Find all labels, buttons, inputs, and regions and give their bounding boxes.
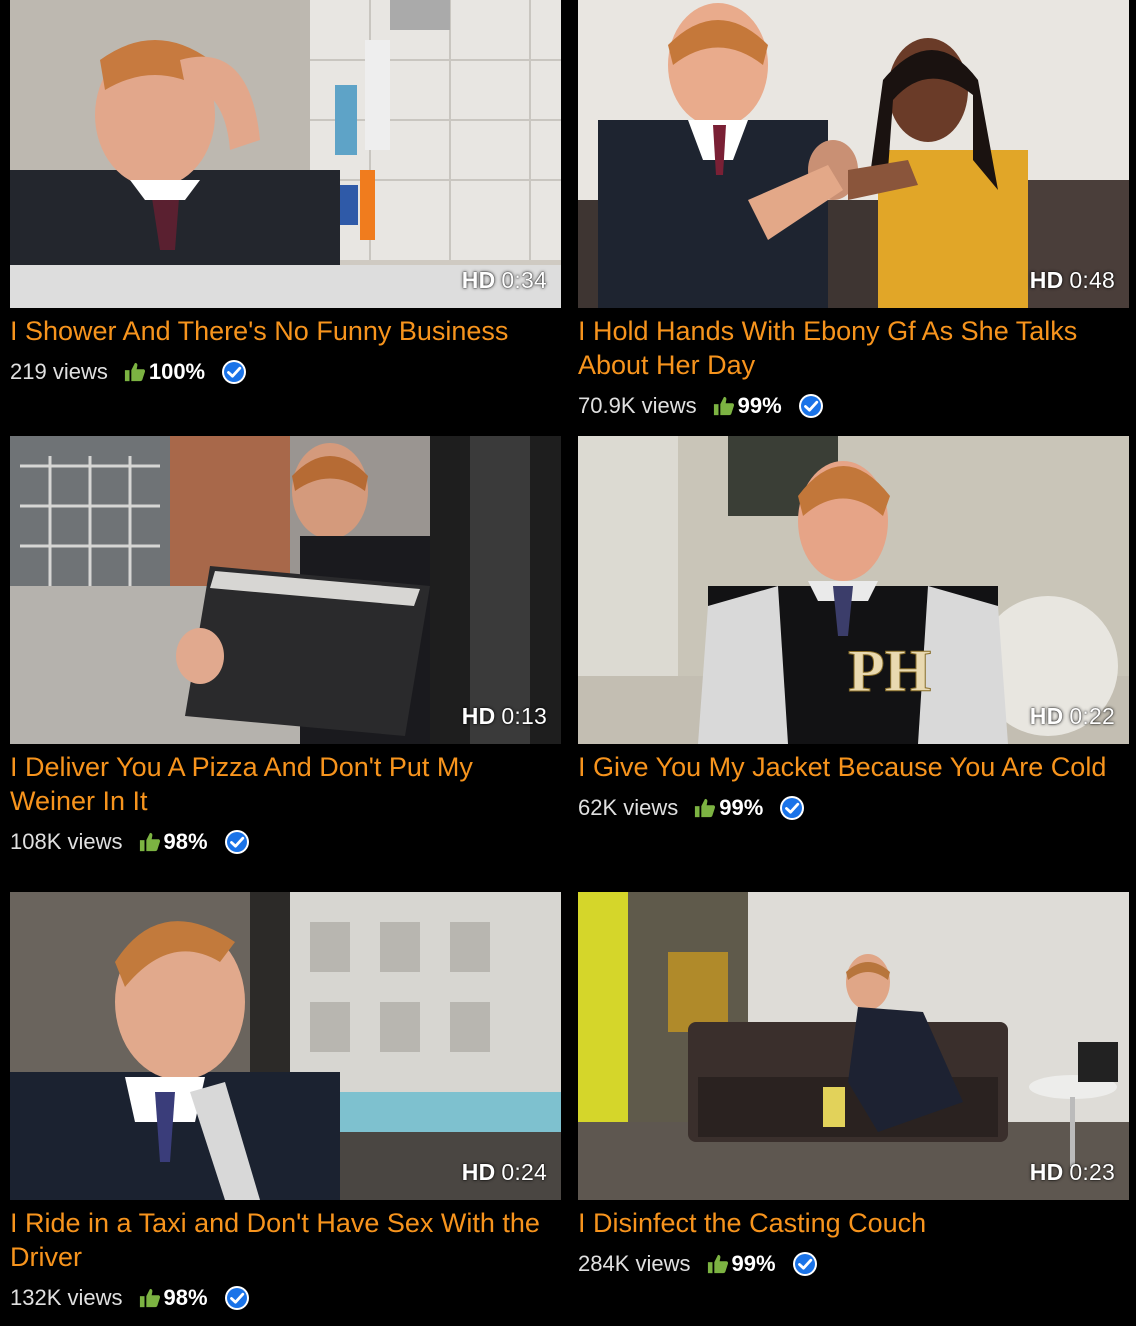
video-title[interactable]: I Ride in a Taxi and Don't Have Sex With… bbox=[10, 1206, 561, 1274]
thumbs-up-icon bbox=[707, 1253, 729, 1275]
view-count: 132K views bbox=[10, 1285, 123, 1310]
duration-badge: HD 0:13 bbox=[462, 703, 547, 730]
hd-label: HD bbox=[1029, 703, 1064, 729]
video-meta: 70.9K views 99% bbox=[578, 391, 1129, 421]
duration-text: 0:48 bbox=[1069, 267, 1115, 293]
video-thumbnail[interactable]: HD 0:34 bbox=[10, 0, 561, 308]
thumbs-up-icon bbox=[713, 395, 735, 417]
video-title[interactable]: I Disinfect the Casting Couch bbox=[578, 1206, 1129, 1240]
duration-badge: HD 0:23 bbox=[1030, 1159, 1115, 1186]
video-thumbnail[interactable]: HD 0:48 bbox=[578, 0, 1129, 308]
hd-label: HD bbox=[1029, 267, 1064, 293]
video-thumbnail[interactable]: HD 0:24 bbox=[10, 892, 561, 1200]
verified-check-icon bbox=[224, 1285, 250, 1311]
video-card[interactable]: HD 0:24 I Ride in a Taxi and Don't Have S… bbox=[10, 892, 561, 1313]
duration-text: 0:22 bbox=[1069, 703, 1115, 729]
view-count: 62K views bbox=[578, 795, 679, 820]
rating-percent: 100% bbox=[148, 359, 206, 384]
duration-badge: HD 0:48 bbox=[1030, 267, 1115, 294]
verified-check-icon bbox=[221, 359, 247, 385]
duration-text: 0:24 bbox=[501, 1159, 547, 1185]
video-card[interactable]: HD 0:34 I Shower And There's No Funny Bus… bbox=[10, 0, 561, 387]
video-meta: 284K views 99% bbox=[578, 1249, 1129, 1279]
rating-percent: 99% bbox=[719, 795, 764, 820]
thumbnail-image bbox=[10, 436, 561, 744]
thumbnail-image bbox=[10, 0, 561, 308]
view-count: 70.9K views bbox=[578, 393, 697, 418]
video-title[interactable]: I Give You My Jacket Because You Are Col… bbox=[578, 750, 1129, 784]
thumbnail-image: PH bbox=[578, 436, 1129, 744]
verified-check-icon bbox=[224, 829, 250, 855]
rating-percent: 98% bbox=[163, 829, 208, 854]
hd-label: HD bbox=[461, 267, 496, 293]
view-count: 284K views bbox=[578, 1251, 691, 1276]
video-card[interactable]: PH HD 0:22 I Give You My Jacket Because Y… bbox=[578, 436, 1129, 823]
hd-label: HD bbox=[461, 703, 496, 729]
video-meta: 219 views 100% bbox=[10, 357, 561, 387]
thumbnail-image bbox=[10, 892, 561, 1200]
video-thumbnail[interactable]: HD 0:23 bbox=[578, 892, 1129, 1200]
thumbs-up-icon bbox=[124, 361, 146, 383]
duration-badge: HD 0:22 bbox=[1030, 703, 1115, 730]
verified-check-icon bbox=[779, 795, 805, 821]
thumbs-up-icon bbox=[139, 1287, 161, 1309]
duration-badge: HD 0:24 bbox=[462, 1159, 547, 1186]
video-card[interactable]: HD 0:23 I Disinfect the Casting Couch 284… bbox=[578, 892, 1129, 1279]
thumbs-up-icon bbox=[139, 831, 161, 853]
rating-percent: 99% bbox=[737, 393, 782, 418]
video-meta: 62K views 99% bbox=[578, 793, 1129, 823]
rating-percent: 98% bbox=[163, 1285, 208, 1310]
video-title[interactable]: I Deliver You A Pizza And Don't Put My W… bbox=[10, 750, 561, 818]
duration-text: 0:34 bbox=[501, 267, 547, 293]
svg-text:PH: PH bbox=[848, 638, 931, 704]
hd-label: HD bbox=[1029, 1159, 1064, 1185]
verified-check-icon bbox=[798, 393, 824, 419]
video-card[interactable]: HD 0:13 I Deliver You A Pizza And Don't P… bbox=[10, 436, 561, 857]
hd-label: HD bbox=[461, 1159, 496, 1185]
video-title[interactable]: I Shower And There's No Funny Business bbox=[10, 314, 561, 348]
duration-text: 0:13 bbox=[501, 703, 547, 729]
video-title[interactable]: I Hold Hands With Ebony Gf As She Talks … bbox=[578, 314, 1129, 382]
video-meta: 132K views 98% bbox=[10, 1283, 561, 1313]
video-thumbnail[interactable]: HD 0:13 bbox=[10, 436, 561, 744]
duration-text: 0:23 bbox=[1069, 1159, 1115, 1185]
thumbs-up-icon bbox=[694, 797, 716, 819]
video-card[interactable]: HD 0:48 I Hold Hands With Ebony Gf As She… bbox=[578, 0, 1129, 421]
video-meta: 108K views 98% bbox=[10, 827, 561, 857]
rating-percent: 99% bbox=[731, 1251, 776, 1276]
video-thumbnail[interactable]: PH HD 0:22 bbox=[578, 436, 1129, 744]
verified-check-icon bbox=[792, 1251, 818, 1277]
view-count: 108K views bbox=[10, 829, 123, 854]
duration-badge: HD 0:34 bbox=[462, 267, 547, 294]
thumbnail-image bbox=[578, 0, 1129, 308]
thumbnail-image bbox=[578, 892, 1129, 1200]
view-count: 219 views bbox=[10, 359, 108, 384]
